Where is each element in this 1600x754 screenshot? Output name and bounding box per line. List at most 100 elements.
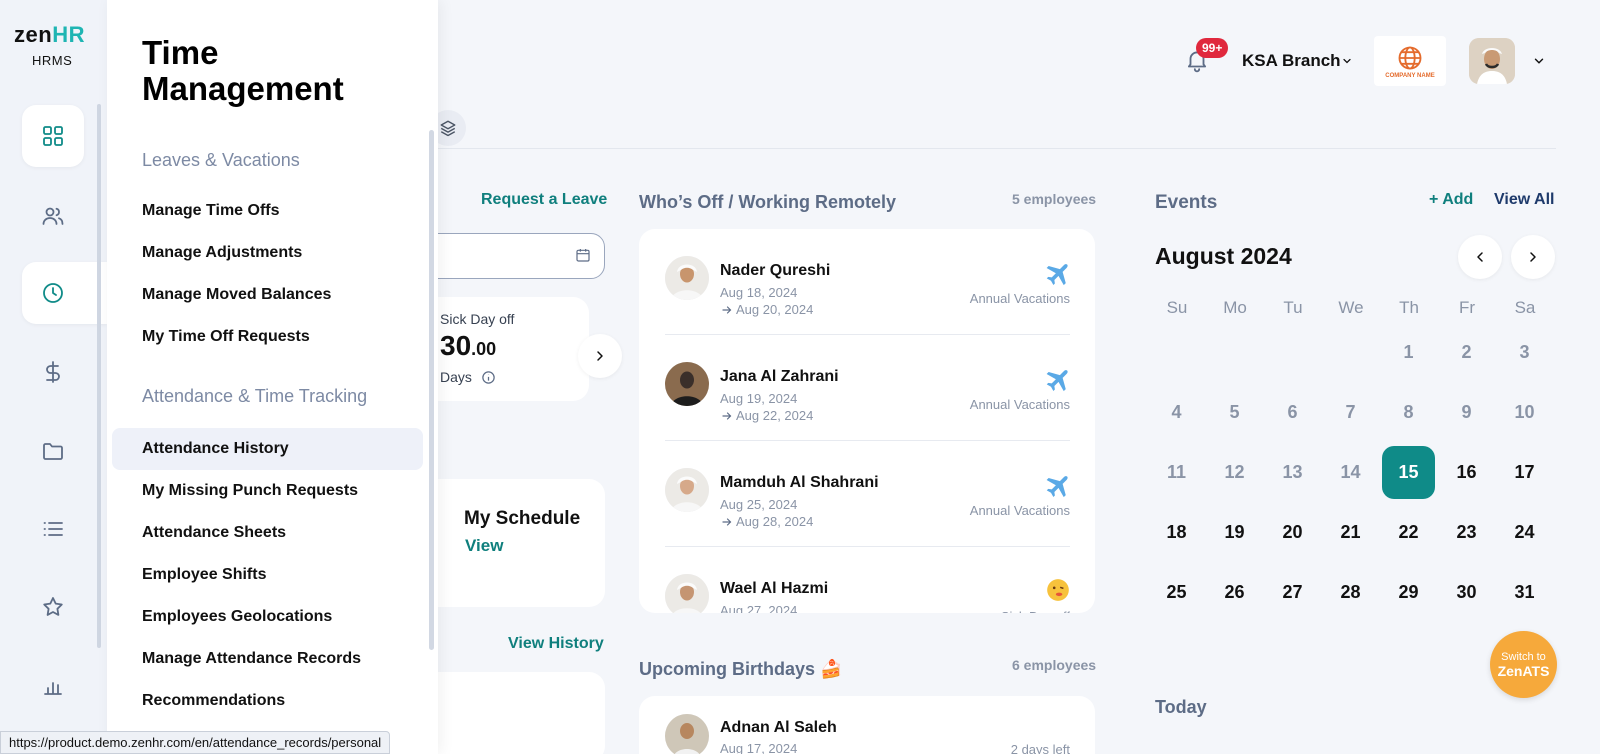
weekday-label: Mo [1223, 298, 1247, 317]
notification-button[interactable]: 99+ [1184, 38, 1229, 79]
calendar-day[interactable]: 11 [1150, 446, 1203, 499]
avatar [665, 574, 709, 613]
rail-list-button[interactable] [22, 498, 84, 560]
drawer-item-attendance-history[interactable]: Attendance History [112, 428, 423, 470]
drawer-item-my-missing-punch-requests[interactable]: My Missing Punch Requests [112, 470, 423, 512]
leave-type: Annual Vacations [969, 397, 1070, 412]
calendar-day[interactable]: 13 [1266, 446, 1319, 499]
birthdays-count: 6 employees [1012, 657, 1097, 673]
list-item[interactable]: Jana Al Zahrani Aug 19, 2024 Aug 22, 202… [639, 335, 1095, 441]
leave-type: Annual Vacations [969, 503, 1070, 518]
calendar-weekdays: Su Mo Tu We Th Fr Sa [1148, 298, 1554, 318]
list-item[interactable]: Wael Al Hazmi Aug 27, 2024 Sick Day off [639, 547, 1095, 613]
rail-favorites-button[interactable] [22, 576, 84, 638]
drawer-item-employee-shifts[interactable]: Employee Shifts [112, 554, 423, 596]
calendar-day[interactable]: 24 [1498, 506, 1551, 559]
calendar-day[interactable]: 10 [1498, 386, 1551, 439]
drawer-section-label: Attendance & Time Tracking [142, 386, 368, 406]
drawer-item-employees-geolocations[interactable]: Employees Geolocations [112, 596, 423, 638]
calendar-day[interactable]: 22 [1382, 506, 1435, 559]
rail-reports-button[interactable] [22, 655, 84, 717]
calendar-day[interactable]: 3 [1498, 326, 1551, 379]
calendar-day[interactable]: 28 [1324, 566, 1377, 619]
calendar-month: August 2024 [1155, 243, 1292, 269]
profile-chevron-icon[interactable] [1532, 54, 1546, 68]
whos-off-card: Nader Qureshi Aug 18, 2024 Aug 20, 2024 … [639, 229, 1095, 613]
calendar-day[interactable]: 18 [1150, 506, 1203, 559]
view-all-link[interactable]: View All [1494, 191, 1554, 209]
balance-next-button[interactable] [578, 334, 622, 378]
calendar-icon [576, 249, 590, 262]
sick-face-icon [1047, 579, 1069, 601]
chevron-down-icon[interactable] [1341, 55, 1353, 67]
calendar-day[interactable]: 14 [1324, 446, 1377, 499]
calendar-day[interactable]: 21 [1324, 506, 1377, 559]
request-leave-link[interactable]: Request a Leave [481, 191, 607, 209]
arrow-right-icon [722, 411, 732, 420]
calendar-day[interactable]: 16 [1440, 446, 1493, 499]
view-history-link[interactable]: View History [508, 635, 604, 653]
calendar-day[interactable]: 5 [1208, 386, 1261, 439]
drawer-item-manage-attendance-records[interactable]: Manage Attendance Records [112, 638, 423, 680]
schedule-view-link[interactable]: View [465, 536, 503, 556]
logo-subtitle: HRMS [32, 53, 73, 68]
calendar-day[interactable]: 29 [1382, 566, 1435, 619]
drawer-item-manage-moved-balances[interactable]: Manage Moved Balances [112, 274, 423, 316]
list-item[interactable]: Mamduh Al Shahrani Aug 25, 2024 Aug 28, … [639, 441, 1095, 547]
drawer-item-manage-adjustments[interactable]: Manage Adjustments [112, 232, 423, 274]
user-avatar[interactable] [1469, 38, 1515, 84]
calendar-day[interactable]: 19 [1208, 506, 1261, 559]
branch-selector[interactable]: KSA Branch [1242, 51, 1341, 71]
rail-dashboard-button[interactable] [22, 105, 84, 167]
balance-unit: Days [440, 369, 472, 385]
rail-payroll-button[interactable] [22, 341, 84, 403]
calendar-day[interactable]: 17 [1498, 446, 1551, 499]
calendar-day[interactable]: 15 [1382, 446, 1435, 499]
calendar-day[interactable]: 6 [1266, 386, 1319, 439]
calendar-next-button[interactable] [1511, 235, 1555, 279]
calendar-day[interactable]: 4 [1150, 386, 1203, 439]
rail-time-button[interactable] [22, 262, 107, 324]
calendar-day[interactable]: 12 [1208, 446, 1261, 499]
drawer-item-my-time-off-requests[interactable]: My Time Off Requests [112, 316, 423, 358]
today-heading: Today [1155, 697, 1207, 717]
calendar-day[interactable]: 20 [1266, 506, 1319, 559]
employee-from-date: Aug 25, 2024 [720, 497, 798, 512]
employee-to-date: Aug 20, 2024 [720, 302, 813, 317]
company-logo: COMPANY NAME [1374, 36, 1446, 86]
date-input[interactable] [420, 233, 605, 279]
drawer-item-manage-time-offs[interactable]: Manage Time Offs [112, 190, 423, 232]
calendar-day[interactable]: 30 [1440, 566, 1493, 619]
calendar-day[interactable]: 27 [1266, 566, 1319, 619]
arrow-right-icon [722, 517, 732, 526]
calendar-day[interactable]: 31 [1498, 566, 1551, 619]
employee-name: Jana Al Zahrani [720, 368, 839, 385]
drawer-title: Time Management [142, 34, 344, 107]
calendar-day[interactable]: 2 [1440, 326, 1493, 379]
calendar-day[interactable]: 7 [1324, 386, 1377, 439]
calendar-day[interactable]: 8 [1382, 386, 1435, 439]
rail-documents-button[interactable] [22, 420, 84, 482]
info-icon[interactable] [481, 370, 496, 385]
leave-type: Sick Day off [1001, 609, 1070, 613]
employee-from-date: Aug 27, 2024 [720, 603, 798, 613]
calendar-day[interactable]: 25 [1150, 566, 1203, 619]
zenhr-logo[interactable]: zenHR [14, 22, 85, 48]
calendar-day[interactable]: 23 [1440, 506, 1493, 559]
rail-scrollbar[interactable] [97, 104, 101, 648]
add-event-link[interactable]: + Add [1429, 191, 1473, 209]
drawer-scrollbar[interactable] [429, 130, 434, 650]
drawer-item-recommendations[interactable]: Recommendations [112, 680, 423, 722]
calendar-day[interactable]: 9 [1440, 386, 1493, 439]
rail-people-button[interactable] [22, 185, 84, 247]
list-item[interactable]: Nader Qureshi Aug 18, 2024 Aug 20, 2024 … [639, 229, 1095, 335]
calendar-day[interactable]: 26 [1208, 566, 1261, 619]
birthday-days-left: 2 days left [1010, 742, 1070, 754]
dollar-icon [46, 361, 60, 383]
birthday-name: Adnan Al Saleh [720, 719, 837, 736]
switch-zenats-button[interactable]: Switch to ZenATS [1490, 631, 1557, 698]
calendar-prev-button[interactable] [1458, 235, 1502, 279]
calendar-day[interactable]: 1 [1382, 326, 1435, 379]
birthdays-title: Upcoming Birthdays 🍰 [639, 659, 843, 679]
drawer-item-attendance-sheets[interactable]: Attendance Sheets [112, 512, 423, 554]
